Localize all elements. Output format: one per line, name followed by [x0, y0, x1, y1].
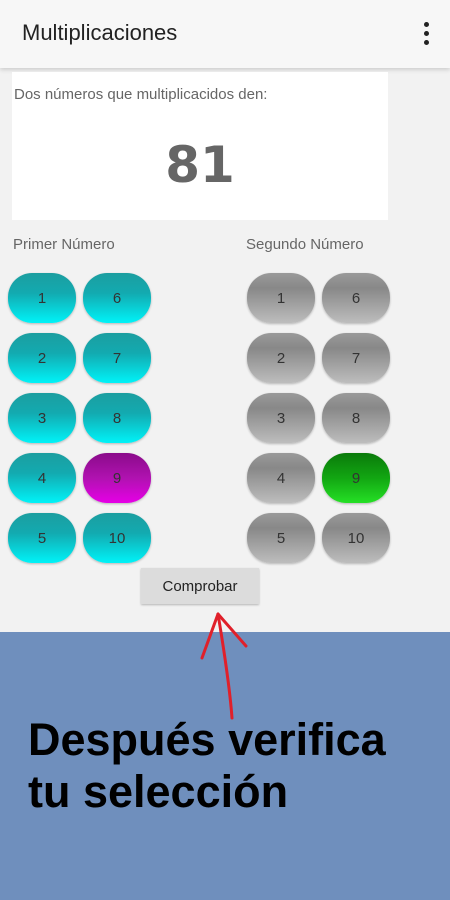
first-number-button[interactable]: 2 [8, 333, 76, 383]
first-number-button[interactable]: 4 [8, 453, 76, 503]
target-card: Dos números que multiplicacidos den: 81 [12, 72, 388, 220]
first-number-button-selected[interactable]: 9 [83, 453, 151, 503]
first-number-button[interactable]: 10 [83, 513, 151, 563]
first-number-button[interactable]: 3 [8, 393, 76, 443]
more-vert-icon[interactable] [416, 18, 436, 48]
second-number-button[interactable]: 10 [322, 513, 390, 563]
second-number-button[interactable]: 8 [322, 393, 390, 443]
target-prompt: Dos números que multiplicacidos den: [14, 86, 268, 103]
first-number-button[interactable]: 6 [83, 273, 151, 323]
second-number-button[interactable]: 7 [322, 333, 390, 383]
second-number-button[interactable]: 3 [247, 393, 315, 443]
second-number-button[interactable]: 2 [247, 333, 315, 383]
second-number-button[interactable]: 6 [322, 273, 390, 323]
second-number-button[interactable]: 1 [247, 273, 315, 323]
app-bar: Multiplicaciones [0, 0, 450, 68]
red-arrow-icon [200, 612, 248, 720]
app-title: Multiplicaciones [22, 20, 178, 45]
first-number-button[interactable]: 8 [83, 393, 151, 443]
first-number-label: Primer Número [13, 236, 115, 253]
check-button[interactable]: Comprobar [141, 568, 259, 604]
target-number: 81 [165, 136, 235, 194]
second-number-button-selected[interactable]: 9 [322, 453, 390, 503]
second-number-label: Segundo Número [246, 236, 364, 253]
first-number-button[interactable]: 5 [8, 513, 76, 563]
first-number-button[interactable]: 1 [8, 273, 76, 323]
second-number-button[interactable]: 4 [247, 453, 315, 503]
second-number-button[interactable]: 5 [247, 513, 315, 563]
first-number-button[interactable]: 7 [83, 333, 151, 383]
